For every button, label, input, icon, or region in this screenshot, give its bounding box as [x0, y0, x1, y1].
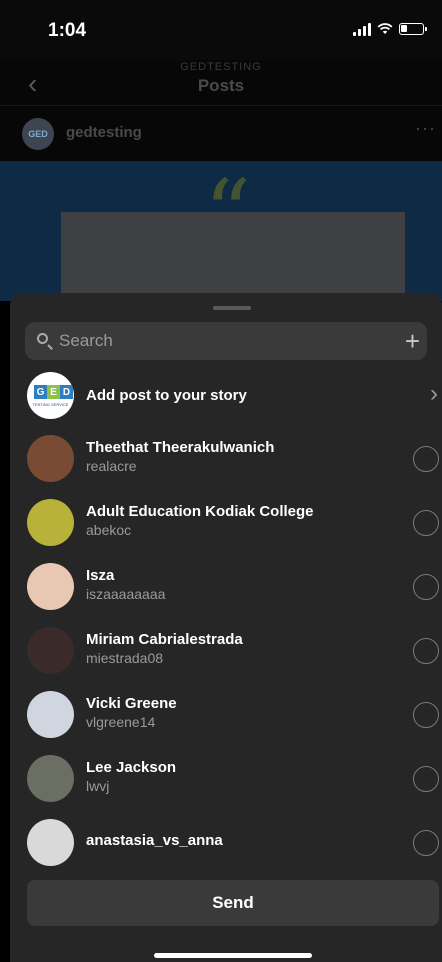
sheet-grabber[interactable] [213, 306, 251, 310]
select-circle-icon[interactable] [413, 446, 439, 472]
signal-icon [353, 22, 371, 36]
nav-header: ‹ GEDTESTING Posts [0, 60, 442, 106]
select-circle-icon[interactable] [413, 830, 439, 856]
select-circle-icon[interactable] [413, 766, 439, 792]
add-to-story-row[interactable]: G E D TESTING SERVICE Add post to your s… [10, 366, 442, 424]
contact-name: Theethat Theerakulwanich [86, 439, 275, 456]
contact-row[interactable]: Adult Education Kodiak College abekoc [10, 493, 442, 553]
contact-handle: iszaaaaaaaa [86, 586, 166, 602]
home-indicator [154, 953, 312, 958]
contact-name: Miriam Cabrialestrada [86, 631, 243, 648]
avatar [27, 563, 74, 610]
contact-handle: abekoc [86, 522, 132, 538]
contact-handle: vlgreene14 [86, 714, 156, 730]
ged-letter-d: D [60, 385, 73, 399]
select-circle-icon[interactable] [413, 510, 439, 536]
search-icon [37, 333, 48, 344]
contact-name: Lee Jackson [86, 759, 177, 776]
story-avatar-subtext: TESTING SERVICE [32, 402, 69, 407]
contact-row[interactable]: Isza iszaaaaaaaa [10, 557, 442, 617]
select-circle-icon[interactable] [413, 702, 439, 728]
nav-kicker: GEDTESTING [180, 61, 262, 73]
wifi-icon [377, 23, 393, 34]
contact-row[interactable]: Miriam Cabrialestrada miestrada08 [10, 621, 442, 681]
contact-row[interactable]: Theethat Theerakulwanich realacre [10, 429, 442, 489]
post-avatar[interactable]: GED [22, 118, 54, 150]
post-header: GED gedtesting ··· [0, 106, 442, 161]
ged-letter-e: E [47, 385, 60, 399]
contact-handle: miestrada08 [86, 650, 164, 666]
status-time: 1:04 [48, 20, 87, 41]
contact-row[interactable]: Lee Jackson lwvj [10, 749, 442, 809]
contact-name: anastasia_vs_anna [86, 832, 223, 849]
contact-name: Vicki Greene [86, 695, 177, 712]
avatar [27, 755, 74, 802]
contact-row[interactable]: Vicki Greene vlgreene14 [10, 685, 442, 745]
contact-handle: lwvj [86, 778, 110, 794]
contact-row[interactable]: anastasia_vs_anna [10, 813, 442, 873]
search-bar[interactable]: + [25, 322, 427, 360]
contact-handle: realacre [86, 458, 137, 474]
contact-name: Adult Education Kodiak College [86, 503, 314, 520]
avatar [27, 691, 74, 738]
story-avatar: G E D TESTING SERVICE [27, 372, 74, 419]
page-title: Posts [197, 76, 245, 95]
more-options-icon[interactable]: ··· [415, 118, 436, 139]
search-input[interactable] [59, 329, 359, 353]
send-button[interactable]: Send [27, 880, 439, 926]
avatar [27, 627, 74, 674]
avatar [27, 499, 74, 546]
chevron-right-icon: › [430, 380, 438, 407]
contact-name: Isza [86, 567, 115, 584]
post-username[interactable]: gedtesting [66, 124, 142, 141]
ged-letter-g: G [34, 385, 47, 399]
status-icons [353, 22, 427, 36]
share-sheet: + G E D TESTING SERVICE Add post to your… [10, 293, 442, 962]
add-to-story-label: Add post to your story [86, 387, 247, 404]
battery-icon [399, 23, 427, 35]
avatar [27, 435, 74, 482]
status-bar: 1:04 [0, 0, 442, 60]
select-circle-icon[interactable] [413, 574, 439, 600]
select-circle-icon[interactable] [413, 638, 439, 664]
plus-icon[interactable]: + [405, 328, 420, 354]
avatar [27, 819, 74, 866]
